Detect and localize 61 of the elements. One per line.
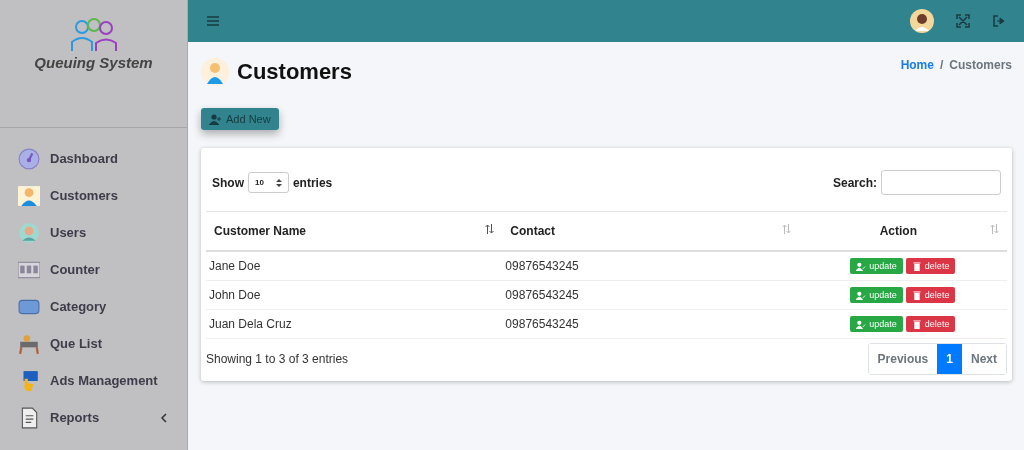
sidebar-item[interactable]: Counter — [0, 251, 187, 288]
update-button[interactable]: update — [850, 287, 903, 303]
page-title: Customers — [237, 59, 352, 85]
sort-caret-icon — [275, 178, 282, 187]
trash-icon — [911, 261, 922, 271]
user-edit-icon — [856, 319, 867, 329]
sidebar-item-label: Ads Management — [50, 373, 159, 388]
delete-button[interactable]: delete — [905, 316, 956, 332]
breadcrumb-link[interactable]: Home — [900, 58, 934, 72]
column-header[interactable]: Action — [806, 224, 990, 238]
sidebar-item[interactable]: Ads Management — [0, 362, 187, 399]
entries-label: entries — [292, 175, 333, 190]
trash-icon — [911, 319, 922, 329]
customer-name: John Doe — [209, 288, 261, 302]
search-field[interactable] — [881, 170, 1001, 195]
contact-number: 09876543245 — [505, 288, 579, 302]
brand-name: Queuing System — [34, 54, 153, 71]
sort-arrows-icon[interactable] — [485, 224, 495, 234]
contact-number: 09876543245 — [505, 317, 579, 331]
entries-info: Showing 1 to 3 of 3 entries — [206, 352, 349, 366]
user-plus-icon — [209, 113, 222, 125]
user-avatar-icon — [18, 221, 40, 244]
trash-icon — [911, 290, 922, 300]
search-label: Search: — [832, 175, 877, 190]
person-icon — [18, 184, 40, 207]
desk-icon — [18, 332, 40, 355]
delete-button[interactable]: delete — [905, 258, 956, 274]
fullscreen-icon[interactable] — [956, 14, 970, 28]
sidebar-item-label: Category — [50, 299, 108, 314]
menu-icon[interactable] — [206, 14, 220, 28]
sidebar-item[interactable]: Category — [0, 288, 187, 325]
show-label: Show — [212, 175, 244, 190]
sidebar-item[interactable]: Customers — [0, 177, 187, 214]
delete-button[interactable]: delete — [905, 287, 956, 303]
user-edit-icon — [856, 261, 867, 271]
sidebar-item-label: Que List — [50, 336, 103, 351]
update-button[interactable]: update — [850, 258, 903, 274]
sidebar-item-label: Reports — [50, 410, 101, 425]
logout-icon[interactable] — [992, 14, 1006, 28]
avatar-icon[interactable] — [910, 9, 934, 33]
gauge-icon — [18, 147, 40, 170]
user-edit-icon — [856, 290, 867, 300]
sidebar-item-label: Customers — [50, 188, 119, 203]
sidebar-item-label: Counter — [50, 262, 101, 277]
sidebar-item-label: Dashboard — [50, 151, 119, 166]
sidebar-item[interactable]: Reports — [0, 399, 187, 436]
person-icon — [201, 58, 229, 86]
breadcrumb-item: / — [939, 58, 944, 72]
sidebar-item[interactable]: Users — [0, 214, 187, 251]
update-button[interactable]: update — [850, 316, 903, 332]
contact-number: 09876543245 — [505, 259, 579, 273]
column-header[interactable]: Contact — [510, 224, 556, 238]
customer-name: Jane Doe — [209, 259, 261, 273]
pagination-button[interactable]: 1 — [937, 344, 962, 374]
sidebar-item[interactable]: Dashboard — [0, 140, 187, 177]
customer-name: Juan Dela Cruz — [209, 317, 292, 331]
breadcrumb-item: Customers — [949, 58, 1012, 72]
page-size-select[interactable]: 10 — [248, 172, 289, 193]
sidebar-item[interactable]: Que List — [0, 325, 187, 362]
sidebar-item-label: Users — [50, 225, 88, 240]
column-header[interactable]: Customer Name — [214, 224, 307, 238]
